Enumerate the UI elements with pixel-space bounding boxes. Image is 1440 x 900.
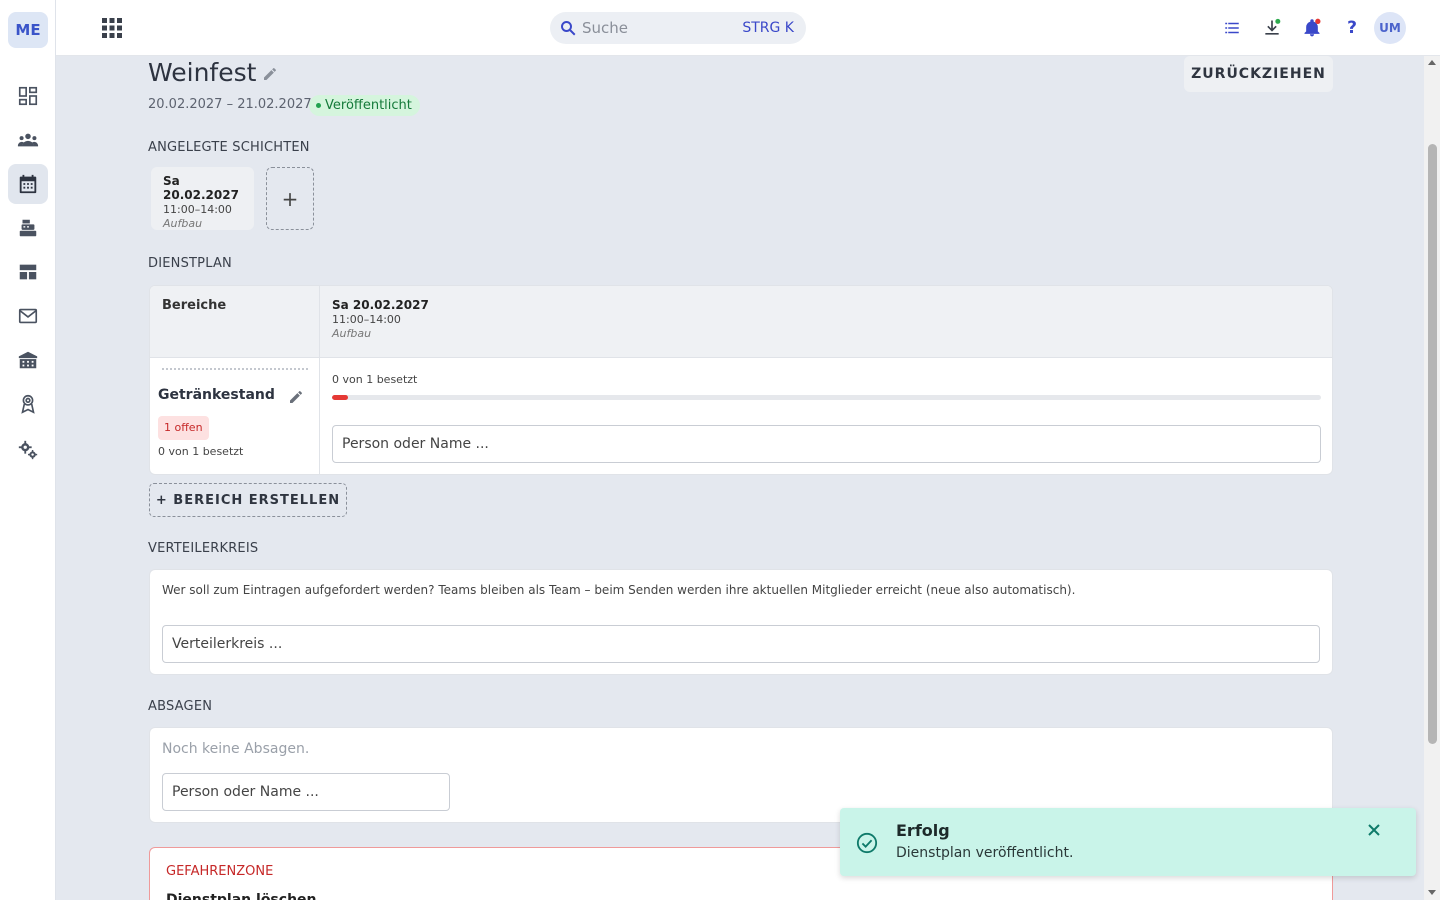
distribution-card: Wer soll zum Eintragen aufgefordert werd…: [149, 569, 1333, 675]
cancellation-person-input[interactable]: [162, 773, 450, 811]
scrollbar-thumb[interactable]: [1428, 144, 1437, 744]
column-shift-time: 11:00–14:00: [332, 313, 401, 326]
search-shortcut: STRG K: [742, 20, 794, 36]
scroll-down-icon[interactable]: [1428, 890, 1436, 895]
area-drag-handle[interactable]: [162, 368, 308, 372]
help-icon[interactable]: ?: [1338, 14, 1366, 42]
shift-kind: Aufbau: [163, 217, 203, 230]
calendar-icon[interactable]: [8, 164, 48, 204]
search-input[interactable]: Suche STRG K: [550, 12, 806, 44]
progress-fill: [332, 395, 348, 400]
areas-header: Bereiche: [162, 298, 227, 313]
toast-title: Erfolg: [896, 821, 950, 840]
cash-register-icon[interactable]: [8, 208, 48, 248]
settings-icon[interactable]: [8, 430, 48, 470]
area-name: Getränkestand: [158, 387, 275, 403]
column-shift-date: Sa 20.02.2027: [332, 298, 429, 312]
distribution-section-label: VERTEILERKREIS: [148, 541, 259, 556]
scrollbar[interactable]: [1424, 56, 1440, 900]
notification-bell-icon[interactable]: [1298, 14, 1326, 42]
distribution-input[interactable]: [162, 625, 1320, 663]
cancellations-section-label: ABSAGEN: [148, 699, 213, 714]
duty-plan-table: Bereiche Sa 20.02.2027 11:00–14:00 Aufba…: [149, 285, 1333, 475]
close-icon[interactable]: [1364, 820, 1384, 840]
event-date-range: 20.02.2027 – 21.02.2027: [148, 97, 312, 112]
topbar: Suche STRG K ? UM: [56, 0, 1440, 56]
download-icon[interactable]: [1258, 14, 1286, 42]
scroll-up-icon[interactable]: [1428, 60, 1436, 65]
plan-section-label: DIENSTPLAN: [148, 256, 232, 271]
create-area-button[interactable]: + BEREICH ERSTELLEN: [149, 483, 347, 517]
cancellations-empty-text: Noch keine Absagen.: [162, 741, 310, 757]
award-icon[interactable]: [8, 384, 48, 424]
cell-filled-count: 0 von 1 besetzt: [332, 373, 418, 386]
shift-time: 11:00–14:00: [163, 203, 232, 216]
apps-grid-icon[interactable]: [100, 16, 124, 40]
distribution-description: Wer soll zum Eintragen aufgefordert werd…: [162, 583, 1076, 597]
search-placeholder: Suche: [582, 19, 629, 37]
status-badge: Veröffentlicht: [309, 95, 420, 116]
edit-title-icon[interactable]: [262, 66, 278, 82]
danger-zone-subtitle: Dienstplan löschen: [166, 892, 317, 900]
plan-column-divider: [319, 286, 320, 474]
success-toast: Erfolg Dienstplan veröffentlicht.: [840, 808, 1416, 876]
table-icon[interactable]: [8, 252, 48, 292]
shift-date: Sa 20.02.2027: [163, 174, 239, 202]
withdraw-button[interactable]: ZURÜCKZIEHEN: [1184, 56, 1333, 92]
open-slots-badge: 1 offen: [158, 416, 209, 440]
shifts-section-label: ANGELEGTE SCHICHTEN: [148, 140, 310, 155]
toast-message: Dienstplan veröffentlicht.: [896, 845, 1074, 861]
sidebar: ME: [0, 0, 56, 900]
mail-icon[interactable]: [8, 296, 48, 336]
column-shift-kind: Aufbau: [332, 327, 372, 340]
edit-area-icon[interactable]: [288, 389, 304, 405]
assign-person-input[interactable]: [332, 425, 1321, 463]
area-filled-count: 0 von 1 besetzt: [158, 445, 244, 458]
plan-header-row: [150, 286, 1332, 358]
app-logo[interactable]: ME: [8, 12, 48, 48]
page-title: Weinfest: [148, 58, 257, 87]
danger-zone-title: GEFAHRENZONE: [166, 864, 274, 879]
shift-card[interactable]: Sa 20.02.2027 11:00–14:00 Aufbau: [151, 167, 254, 230]
search-icon: [561, 21, 576, 36]
add-shift-button[interactable]: +: [266, 167, 314, 230]
list-icon[interactable]: [1218, 14, 1246, 42]
plan-column-header: Sa 20.02.2027 11:00–14:00 Aufbau: [332, 298, 429, 340]
building-icon[interactable]: [8, 340, 48, 380]
avatar[interactable]: UM: [1374, 12, 1406, 44]
dashboard-icon[interactable]: [8, 76, 48, 116]
people-icon[interactable]: [8, 120, 48, 160]
check-circle-icon: [856, 832, 878, 854]
fill-progress-bar: [332, 395, 1321, 400]
